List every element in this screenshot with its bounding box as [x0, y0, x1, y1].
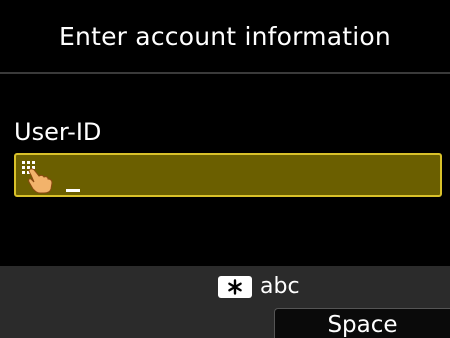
asterisk-key-icon: [218, 275, 252, 298]
header-divider: [0, 72, 450, 74]
text-cursor: [66, 189, 80, 192]
user-id-label: User-ID: [14, 118, 102, 146]
space-button[interactable]: Space: [274, 308, 450, 338]
space-button-label: Space: [327, 311, 398, 338]
screen-title: Enter account information: [0, 0, 450, 72]
lcd-screen: Enter account information User-ID abc Sp…: [0, 0, 450, 338]
asterisk-glyph: [228, 278, 242, 295]
keypad-hand-icon: [22, 161, 53, 194]
bottom-bar: abc Space: [0, 266, 450, 338]
input-mode-label: abc: [260, 274, 300, 299]
screen-title-text: Enter account information: [59, 21, 391, 51]
user-id-input[interactable]: [14, 153, 442, 197]
input-mode-indicator[interactable]: abc: [218, 274, 300, 299]
